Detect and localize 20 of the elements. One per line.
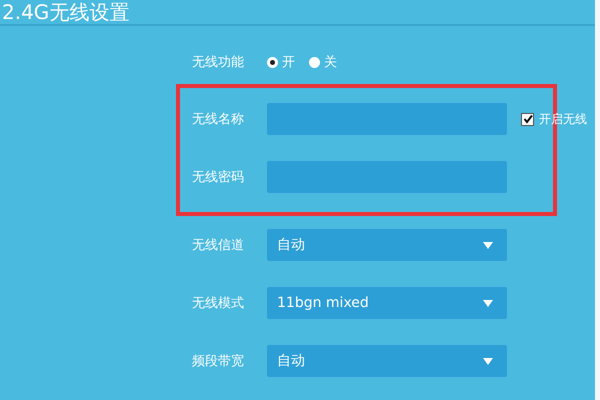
field-label: 无线名称 (192, 111, 245, 128)
radio-button[interactable] (267, 56, 278, 68)
field-label: 无线模式 (192, 295, 245, 312)
radio-button[interactable] (309, 56, 320, 68)
input-field[interactable] (267, 161, 507, 193)
checkbox[interactable] (521, 112, 534, 126)
caret-icon (483, 300, 493, 306)
field-label: 频段带宽 (192, 353, 245, 370)
radio-label: 开 (282, 54, 295, 71)
dropdown[interactable]: 自动 (267, 229, 507, 261)
page-title: 2.4G无线设置 (2, 1, 130, 23)
caret-icon (483, 358, 493, 364)
dropdown[interactable]: 自动 (267, 345, 507, 377)
field-label: 无线功能 (192, 54, 245, 71)
radio-label: 关 (324, 54, 337, 71)
field-label: 无线密码 (192, 169, 245, 186)
dropdown[interactable]: 11bgn mixed (267, 287, 507, 319)
field-label: 无线信道 (192, 237, 245, 254)
input-field[interactable] (267, 103, 507, 135)
caret-icon (483, 242, 493, 248)
